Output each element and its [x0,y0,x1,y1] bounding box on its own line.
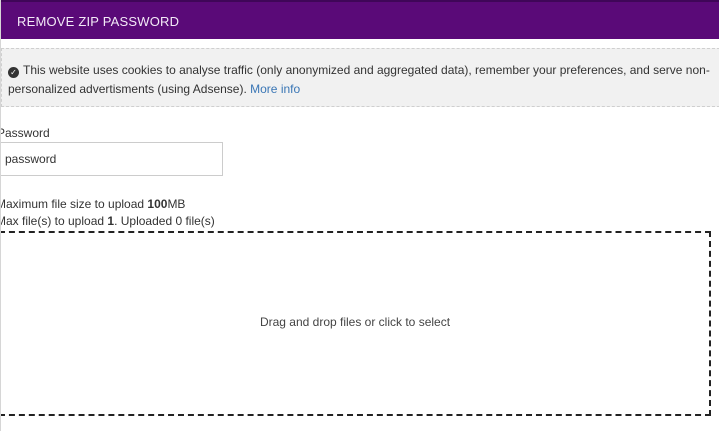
max-files-prefix: Max file(s) to upload [0,214,108,228]
max-file-size-info: Maximum file size to upload 100MB [0,197,186,211]
cookie-notice-text: This website uses cookies to analyse tra… [8,63,710,96]
max-files-info: Max file(s) to upload 1. Uploaded 0 file… [0,214,215,228]
app-header: REMOVE ZIP PASSWORD [1,0,719,39]
max-size-prefix: Maximum file size to upload [0,197,148,211]
file-dropzone[interactable]: Drag and drop files or click to select [1,231,711,416]
password-label: Password [0,126,50,140]
max-size-unit: MB [167,197,186,211]
more-info-link[interactable]: More info [250,82,300,96]
page: REMOVE ZIP PASSWORD ✓ This website uses c… [0,0,719,431]
page-title: REMOVE ZIP PASSWORD [17,14,180,29]
cookie-notice: ✓ This website uses cookies to analyse tr… [1,48,719,107]
dropzone-text: Drag and drop files or click to select [259,315,451,329]
uploaded-count: . Uploaded 0 file(s) [114,214,215,228]
password-input[interactable] [1,142,223,176]
max-size-value: 100 [147,197,168,211]
check-circle-icon: ✓ [8,67,19,78]
